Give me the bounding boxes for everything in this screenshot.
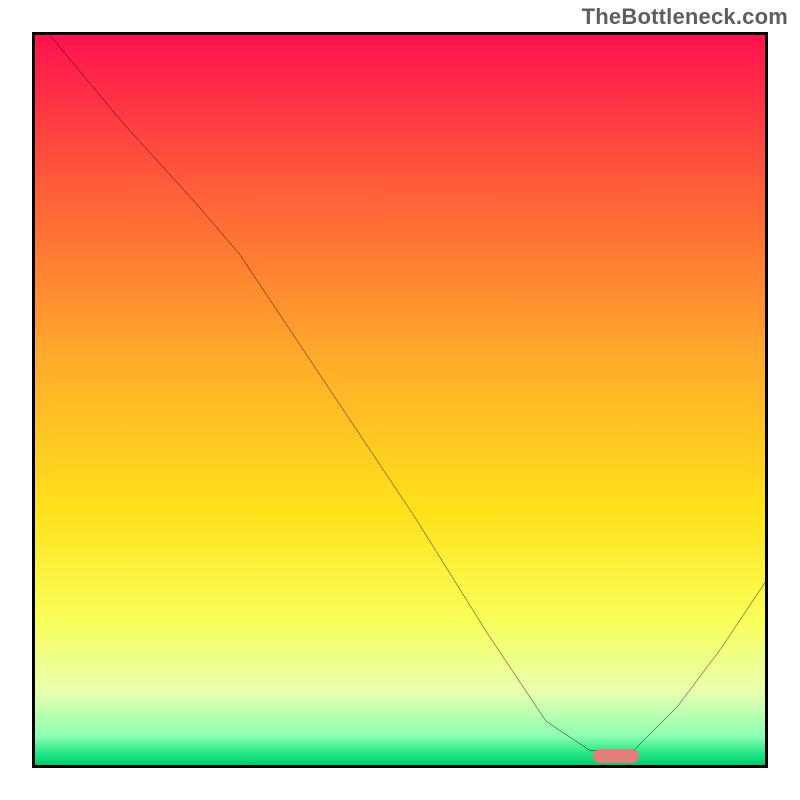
optimal-marker bbox=[593, 749, 639, 763]
bottleneck-curve bbox=[35, 35, 765, 765]
chart-area bbox=[32, 32, 768, 768]
watermark-text: TheBottleneck.com bbox=[582, 4, 788, 30]
